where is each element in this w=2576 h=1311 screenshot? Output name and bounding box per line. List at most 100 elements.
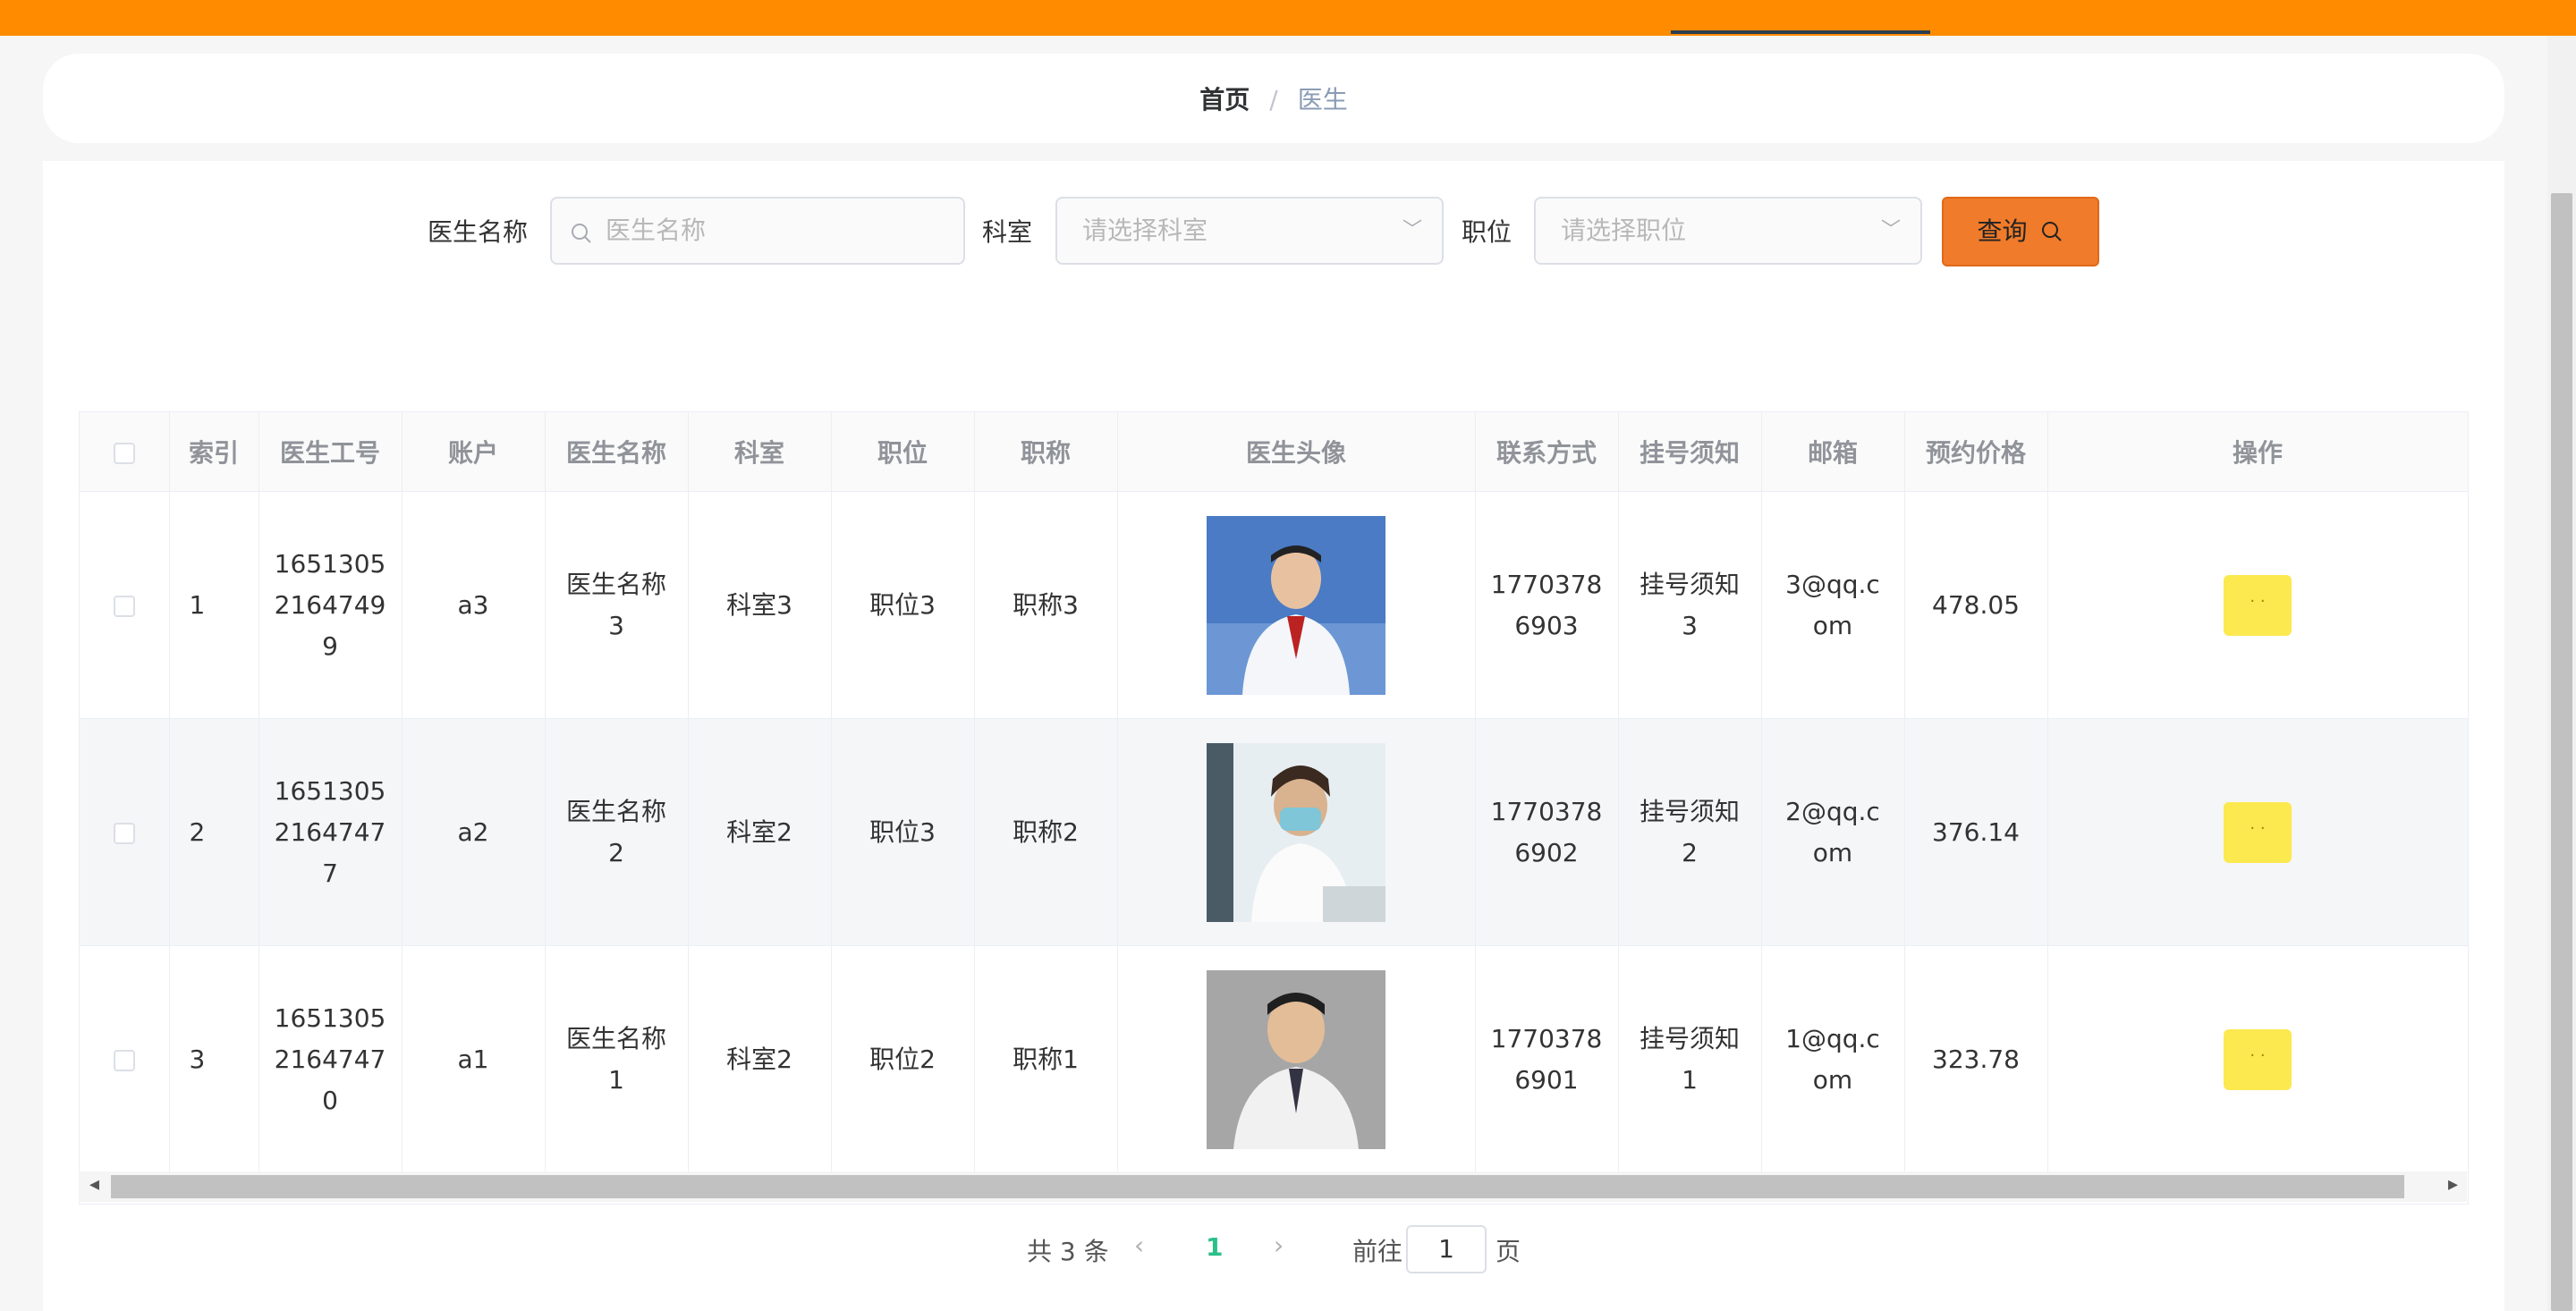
doctor-name-label: 医生名称 [428,217,529,247]
cell-actions: · · [2047,945,2468,1173]
breadcrumb: 首页 / 医生 [43,80,2504,116]
cell-phone: 1770378 6902 [1475,718,1619,946]
doctor-name-input[interactable]: 医生名称 [550,197,965,265]
next-page-icon[interactable]: › [1274,1231,1284,1260]
col-header: 联系方式 [1475,412,1619,492]
cell-position: 职位2 [831,945,975,1173]
vertical-scrollbar-thumb[interactable] [2551,193,2572,1311]
col-header: 职位 [831,412,975,492]
select-all-checkbox[interactable] [113,442,135,464]
table-row: 2 1651305 2164747 7 a2 医生名称 2 科室2 职位3 职称2 1… [80,718,2468,946]
active-nav-underline [1671,30,1930,34]
cell-avatar [1117,491,1476,719]
goto-page-input[interactable]: 1 [1406,1225,1487,1273]
page-suffix-label: 页 [1496,1237,1521,1266]
cell-doctor-id: 1651305 2164747 0 [258,945,402,1173]
row-checkbox[interactable] [113,595,135,617]
dept-label: 科室 [982,217,1033,247]
cell-title: 职称2 [974,718,1118,946]
row-checkbox[interactable] [113,822,135,844]
cell-index: 3 [169,945,259,1173]
scroll-left-arrow-icon[interactable]: ◂ [89,1173,99,1196]
cell-doctor-id: 1651305 2164747 7 [258,718,402,946]
search-icon [572,224,591,243]
cell-price: 323.78 [1904,945,2048,1173]
cell-dept: 科室2 [688,718,832,946]
horizontal-scrollbar[interactable]: ◂ ▸ [79,1171,2467,1202]
position-placeholder: 请选择职位 [1561,216,1687,245]
col-header: 科室 [688,412,832,492]
cell-email: 3@qq.c om [1761,491,1905,719]
position-select[interactable]: 请选择职位 ﹀ [1534,197,1922,265]
cell-notice: 挂号须知 3 [1618,491,1762,719]
row-action-button[interactable]: · · [2224,574,2292,636]
breadcrumb-card: 首页 / 医生 [43,54,2504,143]
cell-name: 医生名称 2 [545,718,689,946]
col-header: 职称 [974,412,1118,492]
table-header-row: 索引 医生工号 账户 医生名称 科室 职位 职称 医生头像 联系方式 挂号须知 … [80,412,2468,492]
cell-dept: 科室2 [688,945,832,1173]
breadcrumb-separator: / [1269,85,1278,114]
cell-position: 职位3 [831,491,975,719]
cell-phone: 1770378 6903 [1475,491,1619,719]
cell-avatar [1117,718,1476,946]
cell-notice: 挂号须知 2 [1618,718,1762,946]
page-number-current[interactable]: 1 [1206,1232,1223,1262]
top-bar [0,0,2576,36]
cell-doctor-id: 1651305 2164749 9 [258,491,402,719]
col-header: 挂号须知 [1618,412,1762,492]
breadcrumb-current: 医生 [1297,85,1348,114]
chevron-down-icon: ﹀ [1402,219,1422,241]
table-row: 3 1651305 2164747 0 a1 医生名称 1 科室2 职位2 职称1 1… [80,945,2468,1173]
chevron-down-icon: ﹀ [1880,219,1901,241]
doctor-name-placeholder: 医生名称 [606,216,707,245]
col-header: 医生工号 [258,412,402,492]
col-header: 账户 [402,412,546,492]
cell-title: 职称1 [974,945,1118,1173]
cell-avatar [1117,945,1476,1173]
col-header: 索引 [169,412,259,492]
table-row: 1 1651305 2164749 9 a3 医生名称 3 科室3 职位3 职称3 1… [80,491,2468,719]
cell-actions: · · [2047,718,2468,946]
cell-price: 478.05 [1904,491,2048,719]
col-header: 医生名称 [545,412,689,492]
doctor-avatar-image [1207,742,1385,922]
dept-select[interactable]: 请选择科室 ﹀ [1055,197,1444,265]
row-checkbox[interactable] [113,1049,135,1071]
breadcrumb-home[interactable]: 首页 [1199,85,1250,114]
cell-title: 职称3 [974,491,1118,719]
scroll-right-arrow-icon[interactable]: ▸ [2448,1173,2458,1196]
cell-phone: 1770378 6901 [1475,945,1619,1173]
cell-dept: 科室3 [688,491,832,719]
doctor-avatar-image [1207,969,1385,1149]
row-action-button[interactable]: · · [2224,801,2292,863]
cell-account: a2 [402,718,546,946]
cell-index: 1 [169,491,259,719]
cell-price: 376.14 [1904,718,2048,946]
doctor-avatar-image [1207,515,1385,695]
row-action-button[interactable]: · · [2224,1028,2292,1090]
pagination: 共 3 条 ‹ 1 › 前往 1 页 [0,1225,2576,1275]
search-icon [2042,222,2063,241]
cell-index: 2 [169,718,259,946]
query-button[interactable]: 查询 [1942,197,2099,266]
cell-email: 1@qq.c om [1761,945,1905,1173]
col-header: 医生头像 [1117,412,1476,492]
horizontal-scrollbar-thumb[interactable] [111,1175,2404,1198]
vertical-scrollbar[interactable] [2547,36,2576,1311]
doctor-table: 索引 医生工号 账户 医生名称 科室 职位 职称 医生头像 联系方式 挂号须知 … [79,411,2469,1205]
cell-account: a3 [402,491,546,719]
cell-name: 医生名称 1 [545,945,689,1173]
goto-label: 前往 [1352,1237,1403,1266]
col-header: 预约价格 [1904,412,2048,492]
col-header: 操作 [2047,412,2468,492]
pagination-total: 共 3 条 [1027,1237,1109,1266]
select-all-checkbox-cell[interactable] [80,412,170,492]
position-label: 职位 [1462,217,1513,247]
query-button-label: 查询 [1977,216,2028,246]
cell-account: a1 [402,945,546,1173]
cell-name: 医生名称 3 [545,491,689,719]
cell-email: 2@qq.c om [1761,718,1905,946]
col-header: 邮箱 [1761,412,1905,492]
prev-page-icon[interactable]: ‹ [1134,1231,1144,1260]
